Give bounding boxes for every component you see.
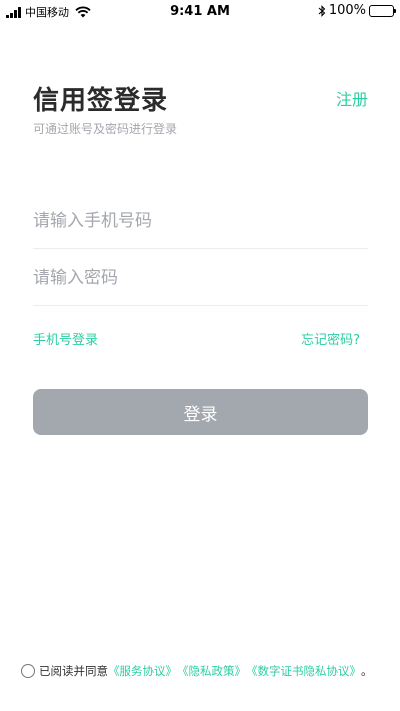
status-left: 中国移动 bbox=[6, 4, 91, 20]
agree-checkbox[interactable] bbox=[21, 664, 35, 678]
privacy-policy-link[interactable]: 《隐私政策》 bbox=[177, 663, 246, 679]
service-agreement-link[interactable]: 《服务协议》 bbox=[108, 663, 177, 679]
battery-percent: 100% bbox=[328, 3, 366, 18]
phone-input[interactable] bbox=[33, 210, 368, 231]
phone-field bbox=[33, 193, 368, 249]
bluetooth-icon bbox=[318, 4, 326, 17]
status-bar: 中国移动 9:41 AM 100% bbox=[0, 0, 400, 24]
password-input[interactable] bbox=[33, 267, 368, 288]
forgot-password-link[interactable]: 忘记密码? bbox=[301, 329, 360, 348]
phone-login-link[interactable]: 手机号登录 bbox=[33, 329, 98, 348]
register-link[interactable]: 注册 bbox=[336, 86, 368, 110]
login-button[interactable]: 登录 bbox=[33, 389, 368, 435]
signal-icon bbox=[6, 6, 21, 18]
agreement-suffix: 。 bbox=[361, 664, 373, 678]
agreement-prefix: 已阅读并同意 bbox=[39, 664, 108, 678]
carrier-name: 中国移动 bbox=[25, 6, 69, 19]
page-title: 信用签登录 bbox=[33, 86, 169, 116]
status-right: 100% bbox=[318, 3, 396, 18]
certificate-privacy-link[interactable]: 《数字证书隐私协议》 bbox=[246, 663, 361, 679]
battery-icon bbox=[369, 4, 396, 17]
wifi-icon bbox=[75, 6, 91, 18]
password-field bbox=[33, 250, 368, 306]
agreement: 已阅读并同意 《服务协议》 《隐私政策》 《数字证书隐私协议》 。 bbox=[21, 663, 373, 679]
page-subtitle: 可通过账号及密码进行登录 bbox=[33, 122, 178, 136]
